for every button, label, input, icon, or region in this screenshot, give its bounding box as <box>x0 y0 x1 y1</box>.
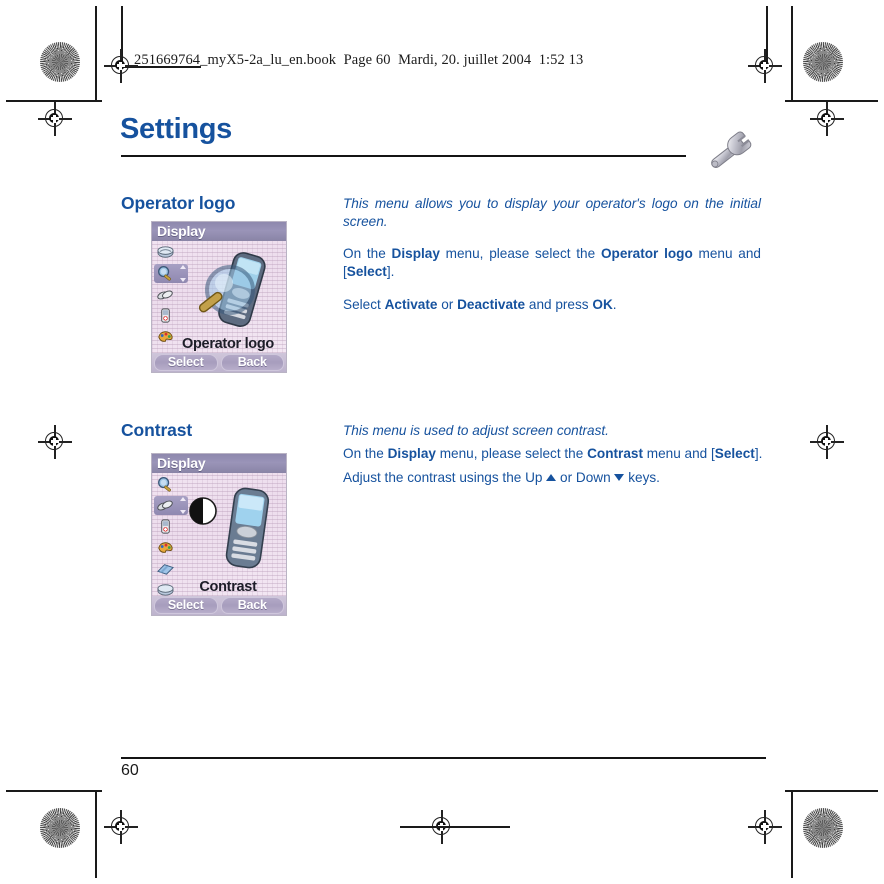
phone-titlebar: Display <box>152 222 286 241</box>
softkey-select[interactable]: Select <box>154 597 218 614</box>
text-run: Adjust the contrast usings the Up <box>343 470 547 485</box>
text-run: and press <box>525 297 593 312</box>
star-target-top-right <box>803 42 843 82</box>
text-run: On the <box>343 246 392 261</box>
registration-mark-left-middle <box>38 425 72 459</box>
wallpaper-icon <box>154 243 180 262</box>
phone-titlebar-label: Display <box>157 455 206 471</box>
phone-body: Contrast <box>152 473 286 596</box>
paragraph-operator-logo-steps: On the Display menu, please select the O… <box>343 245 761 280</box>
text-run: or <box>437 297 458 312</box>
star-target-bottom-right <box>803 808 843 848</box>
footer-divider <box>121 757 766 759</box>
title-divider <box>121 155 686 157</box>
operator-logo-icon <box>154 559 180 578</box>
backlight-icon <box>154 517 180 536</box>
text-run: ]. <box>386 263 395 279</box>
crop-line-bottom-left-v <box>95 790 97 878</box>
registration-mark-left-upper <box>38 102 72 136</box>
text-run-bold: Display <box>391 246 440 261</box>
softkey-back[interactable]: Back <box>220 354 284 371</box>
softkey-select[interactable]: Select <box>154 354 218 371</box>
registration-mark-top-right <box>748 49 782 83</box>
palette-icon <box>154 538 180 557</box>
document-page: 251669764_myX5-2a_lu_en.book Page 60 Mar… <box>0 0 884 884</box>
magnifier-icon <box>154 475 180 494</box>
section-heading-operator-logo: Operator logo <box>121 193 236 213</box>
text-run-bold: Operator logo <box>600 246 693 261</box>
crop-line-top-right-v2 <box>791 6 793 102</box>
phone-softkey-bar: Select Back <box>152 596 286 615</box>
phone-caption: Operator logo <box>182 336 274 352</box>
text-run: On the <box>343 446 388 461</box>
text-run-bold: Select <box>714 446 755 461</box>
phone-caption: Contrast <box>199 579 257 595</box>
registration-mark-right-upper <box>810 102 844 136</box>
paragraph-operator-logo-activate: Select Activate or Deactivate and press … <box>343 296 761 314</box>
crop-line-left-h-bottom <box>6 790 102 792</box>
down-triangle-icon <box>614 474 625 481</box>
phone-titlebar-label: Display <box>157 223 206 239</box>
registration-mark-bottom-left <box>104 810 138 844</box>
text-run-bold: Deactivate <box>457 297 526 312</box>
text-run: menu and [ <box>642 446 715 461</box>
paragraph-contrast-keys: Adjust the contrast usings the Up or Dow… <box>343 469 773 487</box>
paragraph-contrast-intro: This menu is used to adjust screen contr… <box>343 422 773 440</box>
text-run-bold: Display <box>387 446 436 461</box>
crop-line-bottom-right-v <box>791 790 793 878</box>
text-run-bold: Contrast <box>587 446 643 461</box>
page-number: 60 <box>121 762 139 779</box>
page-title: Settings <box>120 113 232 145</box>
scroll-arrows[interactable] <box>178 265 187 282</box>
backlight-icon <box>154 306 180 325</box>
file-header: 251669764_myX5-2a_lu_en.book Page 60 Mar… <box>134 52 584 68</box>
section-heading-contrast: Contrast <box>121 420 193 440</box>
phone-body: Operator logo <box>152 241 286 364</box>
crop-line-bottom-center-h <box>400 826 510 828</box>
paragraph-operator-logo-intro: This menu allows you to display your ope… <box>343 195 761 230</box>
wrench-icon <box>700 127 762 177</box>
magnifier-over-phone-icon <box>190 245 282 337</box>
text-run: menu, please select the <box>439 246 601 261</box>
star-target-top-left <box>40 42 80 82</box>
contrast-icon[interactable] <box>154 496 188 515</box>
crop-line-right-h-bottom <box>785 790 878 792</box>
star-target-bottom-left <box>40 808 80 848</box>
text-run: . <box>612 297 617 312</box>
phone-screenshot-operator-logo: Display Operator logo Select Back <box>151 221 287 373</box>
registration-mark-bottom-right <box>748 810 782 844</box>
crop-line-top-left-v <box>95 6 97 102</box>
text-run: menu, please select the <box>435 446 588 461</box>
phone-screenshot-contrast: Display Contrast Select Back <box>151 453 287 616</box>
registration-mark-top-left <box>104 49 138 83</box>
paragraph-text: This menu is used to adjust screen contr… <box>343 423 609 438</box>
phone-titlebar: Display <box>152 454 286 473</box>
text-run-bold: Select <box>346 263 387 279</box>
paragraph-text: This menu allows you to display your ope… <box>343 196 761 229</box>
text-run: or Down <box>556 470 615 485</box>
softkey-back[interactable]: Back <box>220 597 284 614</box>
text-run-bold: Activate <box>384 297 438 312</box>
registration-mark-right-middle <box>810 425 844 459</box>
paragraph-contrast-steps: On the Display menu, please select the C… <box>343 445 773 463</box>
contrast-circle-and-phone-icon <box>185 479 285 579</box>
text-run: keys. <box>624 470 660 485</box>
text-run-bold: OK <box>592 297 613 312</box>
phone-softkey-bar: Select Back <box>152 353 286 372</box>
magnifier-icon[interactable] <box>154 264 188 283</box>
up-triangle-icon <box>546 474 557 481</box>
text-run: ]. <box>754 446 763 461</box>
screensaver-icon <box>154 285 180 304</box>
text-run: Select <box>343 297 385 312</box>
